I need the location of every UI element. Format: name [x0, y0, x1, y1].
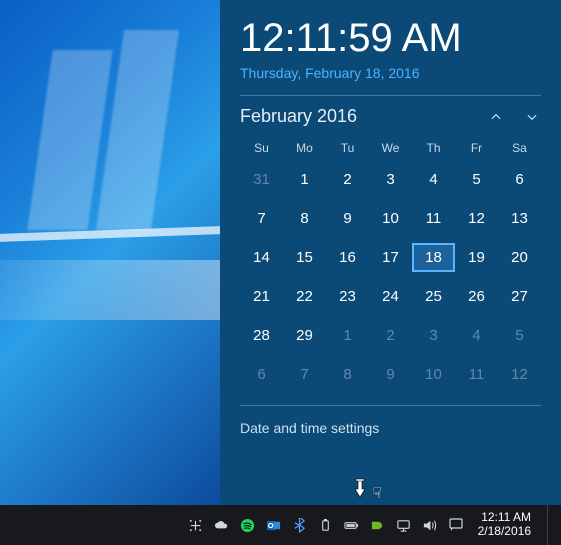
calendar-day[interactable]: 3 — [412, 321, 455, 350]
calendar-day[interactable]: 6 — [240, 360, 283, 389]
calendar-day[interactable]: 28 — [240, 321, 283, 350]
next-month-button[interactable] — [523, 108, 541, 126]
calendar-day[interactable]: 16 — [326, 243, 369, 272]
calendar-day[interactable]: 3 — [369, 165, 412, 194]
nvidia-tray-icon[interactable] — [370, 517, 386, 533]
outlook-tray-icon[interactable] — [266, 517, 282, 533]
calendar-grid: SuMoTuWeThFrSa31123456789101112131415161… — [240, 141, 541, 389]
desktop-wallpaper — [0, 0, 220, 505]
calendar-dow-header: Mo — [283, 141, 326, 155]
chevron-down-icon — [525, 110, 539, 124]
spotify-tray-icon[interactable] — [240, 517, 256, 533]
calendar-day[interactable]: 4 — [412, 165, 455, 194]
calendar-day[interactable]: 29 — [283, 321, 326, 350]
calendar-day[interactable]: 1 — [283, 165, 326, 194]
divider — [240, 405, 541, 406]
calendar-dow-header: We — [369, 141, 412, 155]
calendar-day[interactable]: 26 — [455, 282, 498, 311]
calendar-day[interactable]: 8 — [326, 360, 369, 389]
calendar-day[interactable]: 24 — [369, 282, 412, 311]
calendar-day[interactable]: 10 — [412, 360, 455, 389]
show-desktop-button[interactable] — [547, 505, 553, 545]
clock-time: 12:11:59 AM — [240, 16, 541, 61]
calendar-dow-header: Sa — [498, 141, 541, 155]
calendar-day[interactable]: 19 — [455, 243, 498, 272]
calendar-day[interactable]: 6 — [498, 165, 541, 194]
calendar-day[interactable]: 12 — [455, 204, 498, 233]
calendar-dow-header: Su — [240, 141, 283, 155]
calendar-day[interactable]: 8 — [283, 204, 326, 233]
calendar-day[interactable]: 12 — [498, 360, 541, 389]
calendar-day[interactable]: 17 — [369, 243, 412, 272]
date-time-flyout: 12:11:59 AM Thursday, February 18, 2016 … — [220, 0, 561, 505]
calendar-day[interactable]: 31 — [240, 165, 283, 194]
calendar-day[interactable]: 11 — [412, 204, 455, 233]
calendar-day[interactable]: 2 — [326, 165, 369, 194]
taskbar-time: 12:11 AM — [478, 511, 531, 525]
calendar-day[interactable]: 25 — [412, 282, 455, 311]
calendar-month-title[interactable]: February 2016 — [240, 106, 357, 127]
volume-tray-icon[interactable] — [422, 517, 438, 533]
calendar-dow-header: Fr — [455, 141, 498, 155]
calendar-day[interactable]: 4 — [455, 321, 498, 350]
calendar-day[interactable]: 1 — [326, 321, 369, 350]
calendar-day[interactable]: 27 — [498, 282, 541, 311]
calendar-day[interactable]: 9 — [369, 360, 412, 389]
network-tray-icon[interactable] — [396, 517, 412, 533]
taskbar: 12:11 AM 2/18/2016 — [0, 505, 561, 545]
system-tray: 12:11 AM 2/18/2016 — [180, 505, 561, 545]
taskbar-clock[interactable]: 12:11 AM 2/18/2016 — [474, 511, 537, 539]
calendar-dow-header: Th — [412, 141, 455, 155]
prev-month-button[interactable] — [487, 108, 505, 126]
calendar-day[interactable]: 2 — [369, 321, 412, 350]
calendar-day[interactable]: 5 — [455, 165, 498, 194]
chevron-up-icon — [489, 110, 503, 124]
divider — [240, 95, 541, 96]
calendar-day[interactable]: 10 — [369, 204, 412, 233]
calendar-day[interactable]: 9 — [326, 204, 369, 233]
calendar-dow-header: Tu — [326, 141, 369, 155]
calendar-day[interactable]: 13 — [498, 204, 541, 233]
calendar-day[interactable]: 11 — [455, 360, 498, 389]
action-center-button[interactable] — [448, 517, 464, 533]
calendar-day[interactable]: 22 — [283, 282, 326, 311]
calendar-day[interactable]: 14 — [240, 243, 283, 272]
calendar-day[interactable]: 7 — [283, 360, 326, 389]
taskbar-date: 2/18/2016 — [478, 525, 531, 539]
calendar-day-today[interactable]: 18 — [412, 243, 455, 272]
calendar-day[interactable]: 15 — [283, 243, 326, 272]
usb-eject-tray-icon[interactable] — [318, 517, 334, 533]
bluetooth-tray-icon[interactable] — [292, 517, 308, 533]
calendar-header: February 2016 — [240, 106, 541, 127]
date-time-settings-link[interactable]: Date and time settings — [240, 420, 541, 436]
tray-overflow-icon[interactable] — [188, 517, 204, 533]
calendar-day[interactable]: 5 — [498, 321, 541, 350]
calendar-day[interactable]: 20 — [498, 243, 541, 272]
onedrive-tray-icon[interactable] — [214, 517, 230, 533]
battery-tray-icon[interactable] — [344, 517, 360, 533]
calendar-day[interactable]: 7 — [240, 204, 283, 233]
clock-long-date[interactable]: Thursday, February 18, 2016 — [240, 65, 541, 81]
calendar-day[interactable]: 21 — [240, 282, 283, 311]
calendar-day[interactable]: 23 — [326, 282, 369, 311]
